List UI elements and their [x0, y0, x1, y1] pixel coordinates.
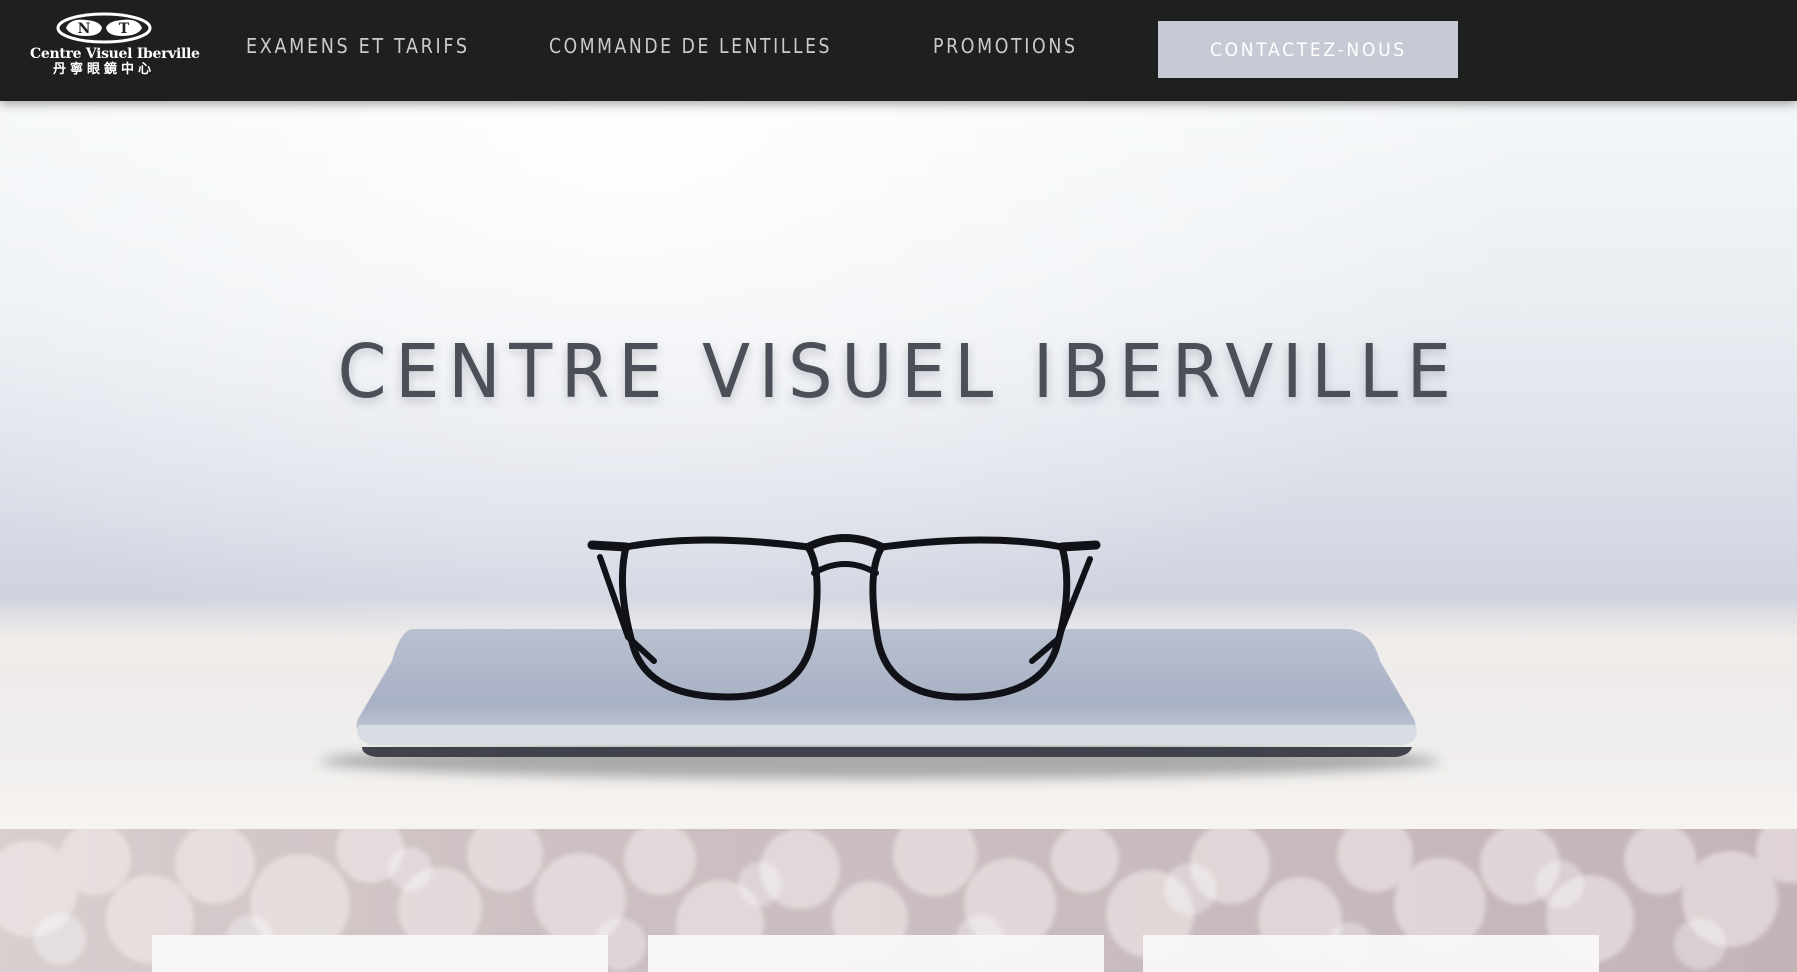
service-card[interactable]	[1143, 935, 1599, 972]
nav-promotions[interactable]: PROMOTIONS	[933, 33, 1078, 59]
hero-eyeglasses-image	[0, 534, 1797, 829]
svg-text:N: N	[78, 21, 91, 37]
contact-us-label: CONTACTEZ-NOUS	[1209, 38, 1407, 61]
contact-us-button[interactable]: CONTACTEZ-NOUS	[1158, 21, 1458, 78]
brand-name-chinese: 丹寧眼鏡中心	[52, 62, 155, 77]
hero-banner: CENTRE VISUEL IBERVILLE	[0, 101, 1797, 829]
nav-commande-de-lentilles[interactable]: COMMANDE DE LENTILLES	[549, 33, 832, 59]
brand-name: Centre Visuel Iberville	[30, 46, 200, 62]
nav-examens-et-tarifs[interactable]: EXAMENS ET TARIFS	[246, 33, 470, 59]
service-card[interactable]	[152, 935, 608, 972]
brand-logo[interactable]: N T Centre Visuel Iberville 丹寧眼鏡中心	[30, 12, 200, 88]
svg-text:T: T	[119, 21, 130, 37]
hero-title: CENTRE VISUEL IBERVILLE	[0, 329, 1797, 415]
top-navigation-bar: N T Centre Visuel Iberville 丹寧眼鏡中心 EXAME…	[0, 0, 1797, 101]
services-section	[0, 829, 1797, 972]
hero-title-text: CENTRE VISUEL IBERVILLE	[337, 329, 1460, 415]
service-card[interactable]	[648, 935, 1104, 972]
eyeglasses-logo-icon: N T	[56, 12, 152, 44]
